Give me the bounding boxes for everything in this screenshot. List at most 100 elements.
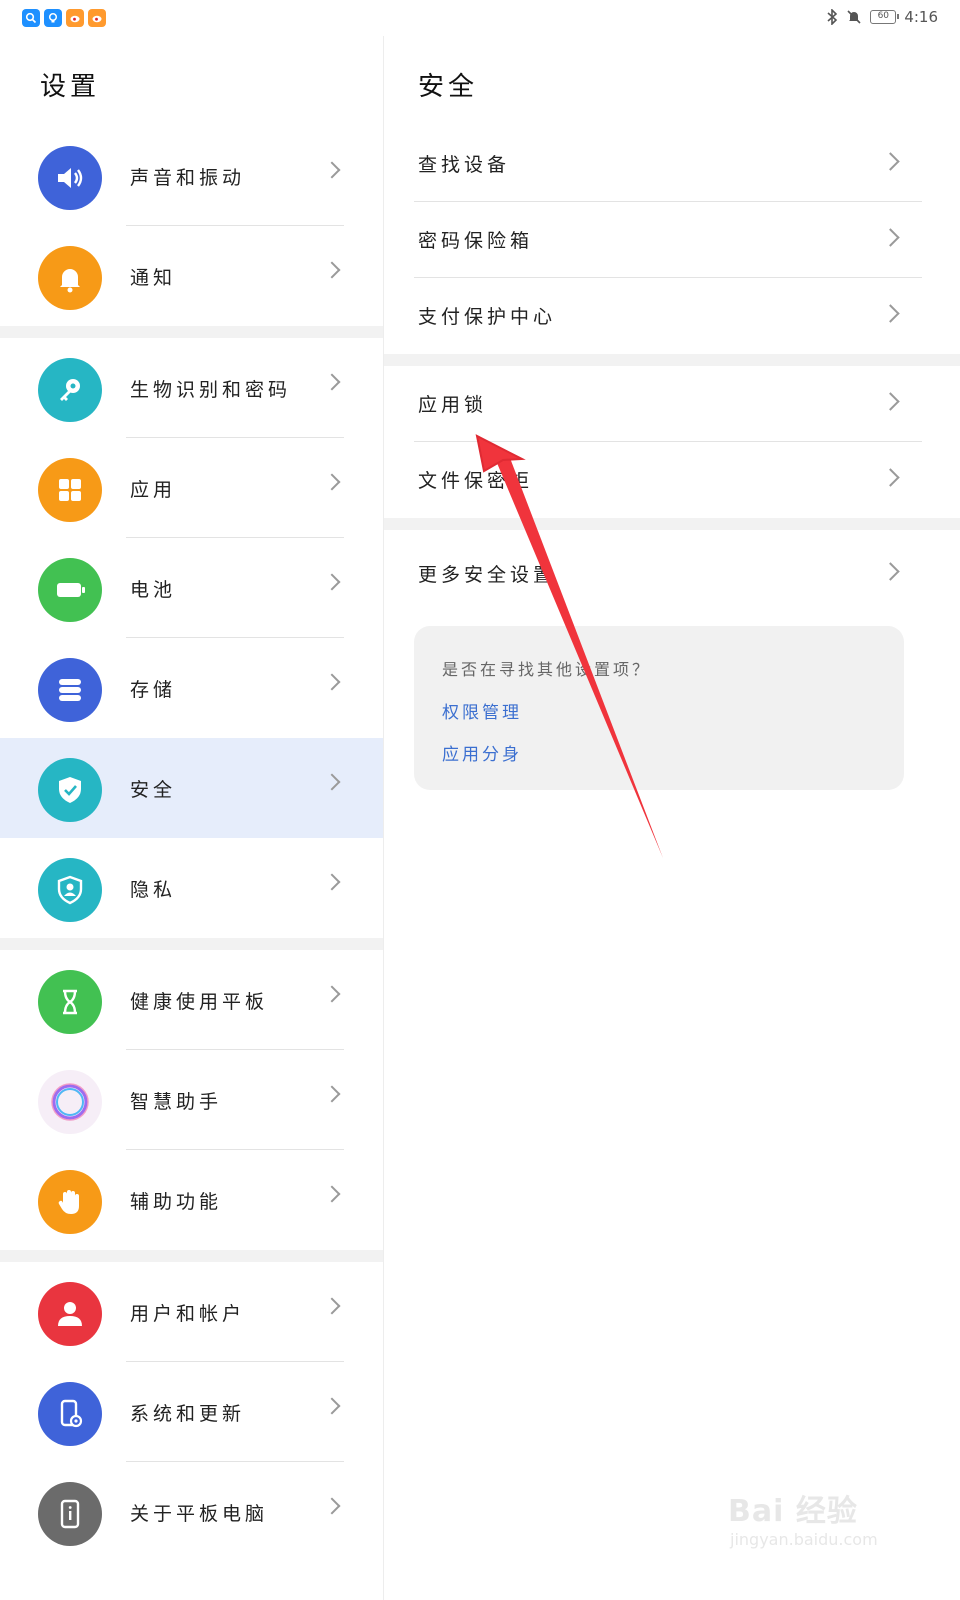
sidebar-item-battery[interactable]: 电池 — [0, 538, 384, 638]
sidebar-item-label: 健康使用平板 — [130, 991, 269, 1013]
item-label: 应用锁 — [418, 394, 488, 416]
item-payment-protection[interactable]: 支付保护中心 — [384, 278, 960, 354]
weibo-app-icon — [88, 9, 106, 27]
tablet-info-icon — [38, 1482, 102, 1546]
sidebar-item-assistant[interactable]: 智慧助手 — [0, 1050, 384, 1150]
hourglass-icon — [38, 970, 102, 1034]
search-app-icon — [22, 9, 40, 27]
chevron-right-icon — [323, 1085, 341, 1103]
chevron-right-icon — [323, 261, 341, 279]
sidebar-item-apps[interactable]: 应用 — [0, 438, 384, 538]
weibo-app-icon — [66, 9, 84, 27]
group-separator — [0, 1250, 384, 1262]
chevron-right-icon — [881, 228, 900, 247]
system-update-icon — [38, 1382, 102, 1446]
chevron-right-icon — [323, 773, 341, 791]
notification-app-icons — [22, 9, 106, 27]
sidebar-item-notifications[interactable]: 通知 — [0, 226, 384, 326]
key-icon — [38, 358, 102, 422]
chevron-right-icon — [323, 161, 341, 179]
item-file-safe[interactable]: 文件保密柜 — [384, 442, 960, 518]
item-more-security-settings[interactable]: 更多安全设置 — [384, 530, 960, 618]
item-label: 密码保险箱 — [418, 230, 534, 252]
bluetooth-icon — [827, 9, 838, 25]
assistant-ring-icon — [38, 1070, 102, 1134]
sidebar-item-label: 系统和更新 — [130, 1403, 246, 1425]
sidebar-item-label: 关于平板电脑 — [130, 1503, 269, 1525]
sidebar-item-label: 安全 — [130, 779, 177, 801]
chevron-right-icon — [323, 473, 341, 491]
hand-icon — [38, 1170, 102, 1234]
bulb-app-icon — [44, 9, 62, 27]
chevron-right-icon — [323, 873, 341, 891]
group-separator — [0, 938, 384, 950]
detail-title: 安全 — [418, 72, 479, 102]
settings-sidebar: 设置 声音和振动 通知 生物识别和密码 应用 电池 存储 安全 隐私 健康使用平… — [0, 36, 384, 1600]
sidebar-item-users[interactable]: 用户和帐户 — [0, 1262, 384, 1362]
item-label: 更多安全设置 — [418, 564, 557, 586]
chevron-right-icon — [323, 673, 341, 691]
sidebar-item-security[interactable]: 安全 — [0, 738, 384, 838]
watermark: Bai 经验 jingyan.baidu.com — [728, 1468, 928, 1578]
sidebar-item-label: 隐私 — [130, 879, 177, 901]
privacy-icon — [38, 858, 102, 922]
sidebar-item-label: 智慧助手 — [130, 1091, 223, 1113]
clock: 4:16 — [904, 8, 938, 26]
status-indicators: 60 4:16 — [826, 8, 938, 26]
item-password-vault[interactable]: 密码保险箱 — [384, 202, 960, 278]
item-label: 支付保护中心 — [418, 306, 557, 328]
sidebar-item-sound[interactable]: 声音和振动 — [0, 126, 384, 226]
page-title: 设置 — [40, 72, 101, 102]
sidebar-item-label: 电池 — [130, 579, 177, 601]
chevron-right-icon — [881, 562, 900, 581]
link-app-twin[interactable]: 应用分身 — [442, 740, 522, 765]
user-icon — [38, 1282, 102, 1346]
item-app-lock[interactable]: 应用锁 — [384, 366, 960, 442]
sidebar-item-biometrics[interactable]: 生物识别和密码 — [0, 338, 384, 438]
watermark-url: jingyan.baidu.com — [730, 1530, 878, 1549]
mute-bell-icon — [847, 10, 861, 24]
chevron-right-icon — [881, 152, 900, 171]
sidebar-item-storage[interactable]: 存储 — [0, 638, 384, 738]
sidebar-item-accessibility[interactable]: 辅助功能 — [0, 1150, 384, 1250]
chevron-right-icon — [881, 392, 900, 411]
chevron-right-icon — [323, 985, 341, 1003]
sidebar-item-privacy[interactable]: 隐私 — [0, 838, 384, 938]
chevron-right-icon — [323, 1297, 341, 1315]
status-bar: 60 4:16 — [0, 0, 960, 36]
item-find-device[interactable]: 查找设备 — [384, 126, 960, 202]
battery-icon — [38, 558, 102, 622]
storage-icon — [38, 658, 102, 722]
sidebar-item-digital-balance[interactable]: 健康使用平板 — [0, 950, 384, 1050]
chevron-right-icon — [881, 304, 900, 323]
hint-question: 是否在寻找其他设置项？ — [442, 660, 652, 679]
chevron-right-icon — [323, 1185, 341, 1203]
speaker-icon — [38, 146, 102, 210]
chevron-right-icon — [881, 468, 900, 487]
sidebar-item-label: 通知 — [130, 267, 177, 289]
group-separator — [0, 326, 384, 338]
security-detail-pane: 安全 查找设备 密码保险箱 支付保护中心 应用锁 文件保密柜 更多安全设置 是否… — [384, 36, 960, 1600]
item-label: 文件保密柜 — [418, 470, 534, 492]
sidebar-item-label: 辅助功能 — [130, 1191, 223, 1213]
sidebar-item-about[interactable]: 关于平板电脑 — [0, 1462, 384, 1562]
chevron-right-icon — [323, 1397, 341, 1415]
chevron-right-icon — [323, 373, 341, 391]
sidebar-item-label: 存储 — [130, 679, 177, 701]
group-separator — [384, 518, 960, 530]
battery-indicator: 60 — [870, 10, 900, 24]
chevron-right-icon — [323, 573, 341, 591]
watermark-brand: Bai 经验 — [728, 1494, 858, 1529]
chevron-right-icon — [323, 1497, 341, 1515]
link-permission-management[interactable]: 权限管理 — [442, 698, 522, 723]
item-label: 查找设备 — [418, 154, 511, 176]
shield-check-icon — [38, 758, 102, 822]
sidebar-item-label: 用户和帐户 — [130, 1303, 246, 1325]
apps-grid-icon — [38, 458, 102, 522]
sidebar-item-label: 声音和振动 — [130, 167, 246, 189]
related-settings-card: 是否在寻找其他设置项？ 权限管理 应用分身 — [414, 626, 904, 790]
bell-icon — [38, 246, 102, 310]
sidebar-item-label: 应用 — [130, 479, 177, 501]
sidebar-item-system[interactable]: 系统和更新 — [0, 1362, 384, 1462]
group-separator — [384, 354, 960, 366]
